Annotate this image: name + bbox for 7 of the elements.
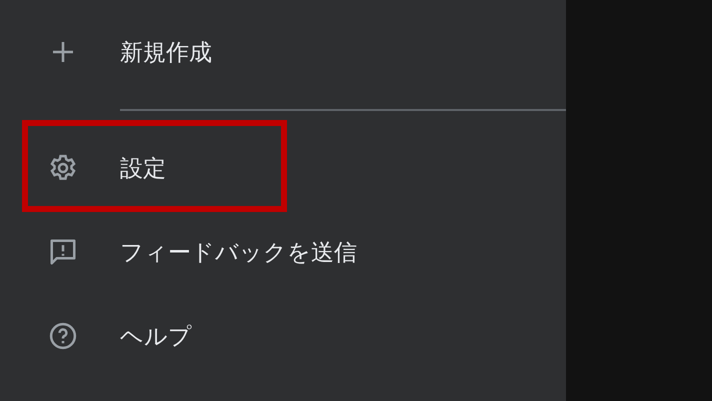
feedback-icon [48,237,78,267]
help-icon [48,321,78,351]
menu-item[interactable]: ヘルプ [0,294,566,378]
menu-item[interactable]: 設定 [0,126,566,210]
settings-icon [48,153,78,183]
menu-item[interactable]: 新規作成 [0,10,566,94]
menu-item[interactable]: フィードバックを送信 [0,210,566,294]
